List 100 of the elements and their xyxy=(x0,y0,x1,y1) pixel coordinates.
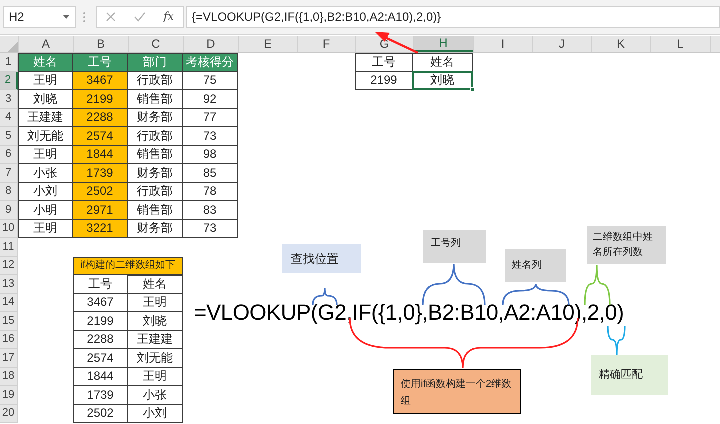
table-cell[interactable]: 刘无能 xyxy=(18,127,73,146)
row-header[interactable]: 11 xyxy=(0,238,18,256)
table-cell[interactable]: 3467 xyxy=(73,294,128,312)
table-cell[interactable]: 小张 xyxy=(18,164,73,182)
table-cell[interactable]: 3467 xyxy=(73,72,128,90)
table-cell[interactable]: 2574 xyxy=(73,349,128,368)
row-header[interactable]: 16 xyxy=(0,330,18,349)
header-cell[interactable]: 考核得分 xyxy=(183,53,238,72)
row-header[interactable]: 8 xyxy=(0,182,18,201)
column-header[interactable]: E xyxy=(238,36,297,52)
row-header[interactable]: 13 xyxy=(0,275,18,294)
table-cell[interactable]: 98 xyxy=(183,146,238,164)
row-header[interactable]: 12 xyxy=(0,256,18,275)
table-cell[interactable]: 92 xyxy=(183,90,238,108)
table-cell[interactable]: 2199 xyxy=(73,312,128,330)
table-cell[interactable]: 王明 xyxy=(128,294,183,312)
callout-label: 姓名列 xyxy=(505,249,566,282)
row-header[interactable]: 10 xyxy=(0,220,18,238)
row-header[interactable]: 3 xyxy=(0,90,18,108)
table-cell[interactable]: 王明 xyxy=(128,368,183,386)
insert-function-button[interactable]: fx xyxy=(164,8,174,26)
row-header[interactable]: 7 xyxy=(0,164,18,182)
row-header[interactable]: 2 xyxy=(0,72,18,90)
table-cell[interactable]: 73 xyxy=(183,220,238,238)
column-header[interactable]: L xyxy=(650,36,710,52)
merged-title-cell[interactable]: if构建的二维数组如下 xyxy=(73,256,183,275)
column-header[interactable]: D xyxy=(183,36,238,52)
table-cell[interactable]: 1739 xyxy=(73,164,128,182)
name-box[interactable]: H2 xyxy=(3,6,76,28)
row-header[interactable]: 17 xyxy=(0,349,18,368)
callout-label: 查找位置 xyxy=(282,244,361,273)
check-icon[interactable] xyxy=(134,12,146,22)
table-cell[interactable]: 行政部 xyxy=(128,127,183,146)
table-cell[interactable]: 小明 xyxy=(18,201,73,220)
header-cell[interactable]: 工号 xyxy=(73,53,128,72)
row-header[interactable]: 20 xyxy=(0,404,18,423)
table-cell[interactable]: 王建建 xyxy=(18,108,73,127)
table-cell[interactable]: 1844 xyxy=(73,146,128,164)
table-cell[interactable]: 刘晓 xyxy=(18,90,73,108)
table-cell[interactable]: 王建建 xyxy=(128,330,183,349)
table-cell[interactable]: 73 xyxy=(183,127,238,146)
row-header[interactable]: 18 xyxy=(0,368,18,386)
table-cell[interactable]: 财务部 xyxy=(128,164,183,182)
table-cell[interactable]: 2502 xyxy=(73,182,128,201)
column-header[interactable]: B xyxy=(73,36,128,52)
table-cell[interactable]: 小刘 xyxy=(128,404,183,423)
column-header[interactable]: A xyxy=(18,36,73,52)
table-cell[interactable]: 行政部 xyxy=(128,182,183,201)
table-cell[interactable]: 工号 xyxy=(73,275,128,294)
row-header[interactable]: 6 xyxy=(0,146,18,164)
row-header[interactable]: 14 xyxy=(0,294,18,312)
table-cell[interactable]: 行政部 xyxy=(128,72,183,90)
table-cell[interactable]: 2971 xyxy=(73,201,128,220)
table-cell[interactable]: 刘无能 xyxy=(128,349,183,368)
column-header[interactable]: J xyxy=(532,36,591,52)
table-cell[interactable]: 姓名 xyxy=(128,275,183,294)
table-cell[interactable]: 销售部 xyxy=(128,90,183,108)
table-cell[interactable]: 2288 xyxy=(73,108,128,127)
header-cell[interactable]: 姓名 xyxy=(18,53,73,72)
row-header[interactable]: 19 xyxy=(0,386,18,404)
table-cell[interactable]: 2502 xyxy=(73,404,128,423)
table-cell[interactable]: 王明 xyxy=(18,220,73,238)
table-cell[interactable]: 78 xyxy=(183,182,238,201)
table-cell[interactable]: 77 xyxy=(183,108,238,127)
table-cell[interactable]: 财务部 xyxy=(128,220,183,238)
table-cell[interactable]: 姓名 xyxy=(413,53,473,72)
table-cell[interactable]: 销售部 xyxy=(128,146,183,164)
table-cell[interactable]: 刘晓 xyxy=(413,72,473,90)
close-icon[interactable] xyxy=(106,12,116,22)
table-cell[interactable]: 1844 xyxy=(73,368,128,386)
column-header[interactable]: K xyxy=(591,36,650,52)
table-cell[interactable]: 3221 xyxy=(73,220,128,238)
table-cell[interactable]: 王明 xyxy=(18,146,73,164)
table-cell[interactable]: 85 xyxy=(183,164,238,182)
header-cell[interactable]: 部门 xyxy=(128,53,183,72)
row-header[interactable]: 15 xyxy=(0,312,18,330)
table-cell[interactable]: 工号 xyxy=(355,53,413,72)
column-header[interactable]: H xyxy=(413,36,473,52)
row-header[interactable]: 9 xyxy=(0,201,18,220)
row-header[interactable]: 4 xyxy=(0,108,18,127)
formula-input[interactable]: {=VLOOKUP(G2,IF({1,0},B2:B10,A2:A10),2,0)} xyxy=(186,6,720,28)
table-cell[interactable]: 75 xyxy=(183,72,238,90)
table-cell[interactable]: 销售部 xyxy=(128,201,183,220)
table-cell[interactable]: 小张 xyxy=(128,386,183,404)
table-cell[interactable]: 2199 xyxy=(355,72,413,90)
table-cell[interactable]: 小刘 xyxy=(18,182,73,201)
row-header[interactable]: 1 xyxy=(0,53,18,72)
row-header[interactable]: 5 xyxy=(0,127,18,146)
table-cell[interactable]: 刘晓 xyxy=(128,312,183,330)
column-header[interactable]: C xyxy=(128,36,183,52)
table-cell[interactable]: 2199 xyxy=(73,90,128,108)
table-cell[interactable]: 83 xyxy=(183,201,238,220)
table-cell[interactable]: 1739 xyxy=(73,386,128,404)
table-cell[interactable]: 2574 xyxy=(73,127,128,146)
table-cell[interactable]: 王明 xyxy=(18,72,73,90)
column-header[interactable]: I xyxy=(473,36,532,52)
table-cell[interactable]: 财务部 xyxy=(128,108,183,127)
table-cell[interactable]: 2288 xyxy=(73,330,128,349)
column-header[interactable]: F xyxy=(297,36,355,52)
drag-handle-icon[interactable] xyxy=(83,12,86,22)
